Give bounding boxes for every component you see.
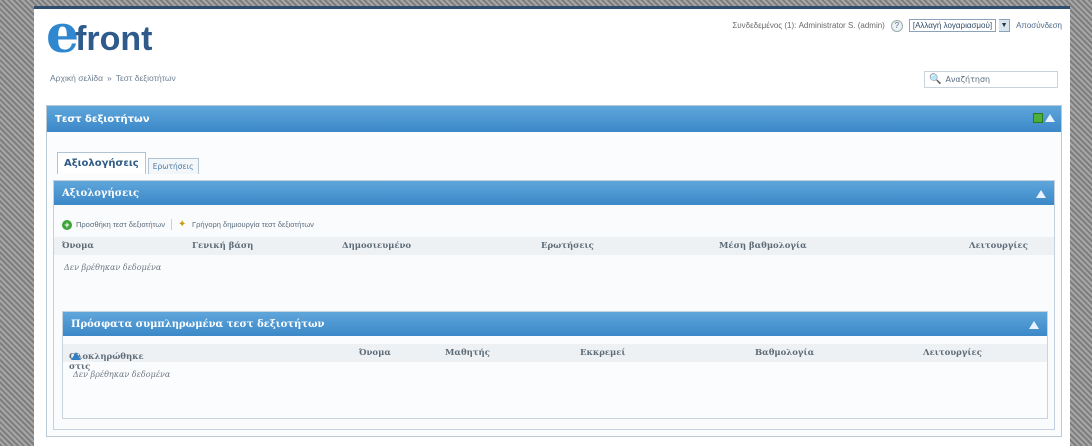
- column-header[interactable]: Λειτουργίες: [969, 241, 1028, 251]
- assessments-title: Αξιολογήσεις: [62, 187, 140, 199]
- divider: [171, 219, 173, 230]
- tab-bar: Αξιολογήσεις Ερωτήσεις: [57, 152, 201, 174]
- panel-header: Τεστ δεξιοτήτων: [47, 106, 1061, 132]
- column-header[interactable]: Λειτουργίες: [923, 348, 982, 358]
- user-status: Συνδεδεμένος (1): Administrator S. (admi…: [732, 21, 885, 30]
- tab-assessments[interactable]: Αξιολογήσεις: [57, 152, 146, 174]
- assessments-section: Αξιολογήσεις + Προσθήκη τεστ δεξιοτήτων …: [53, 180, 1055, 430]
- logo-text: front: [75, 20, 153, 58]
- breadcrumb-home[interactable]: Αρχική σελίδα: [50, 73, 103, 83]
- breadcrumb-separator: »: [107, 73, 112, 83]
- role-select[interactable]: [Αλλαγή λογαριασμού] ▼: [908, 19, 1011, 32]
- column-header[interactable]: Εκκρεμεί: [580, 348, 626, 358]
- collapse-icon[interactable]: [1029, 321, 1039, 329]
- recent-tests-header: Πρόσφατα συμπληρωμένα τεστ δεξιοτήτων: [63, 312, 1047, 336]
- column-header[interactable]: Μέση βαθμολογία: [719, 241, 807, 251]
- top-bar: Συνδεδεμένος (1): Administrator S. (admi…: [732, 19, 1062, 32]
- search-input[interactable]: 🔍 Αναζήτηση: [924, 71, 1058, 88]
- panel-options-icon[interactable]: [1033, 113, 1043, 123]
- column-header[interactable]: Ερωτήσεις: [541, 241, 594, 251]
- recent-tests-section: Πρόσφατα συμπληρωμένα τεστ δεξιοτήτων Ολ…: [62, 311, 1048, 419]
- collapse-icon[interactable]: [1045, 114, 1055, 122]
- breadcrumb: Αρχική σελίδα » Τεστ δεξιοτήτων: [50, 73, 176, 83]
- chevron-down-icon[interactable]: ▼: [999, 19, 1011, 32]
- page: e front Συνδεδεμένος (1): Administrator …: [34, 6, 1070, 446]
- search-placeholder: Αναζήτηση: [945, 75, 991, 84]
- empty-message: Δεν βρέθηκαν δεδομένα: [64, 263, 162, 272]
- column-header[interactable]: Δημοσιευμένο: [342, 241, 411, 251]
- efront-logo[interactable]: e front: [46, 9, 153, 61]
- panel-title: Τεστ δεξιοτήτων: [55, 113, 150, 125]
- tab-questions[interactable]: Ερωτήσεις: [147, 158, 199, 174]
- assessments-table-header: Όνομα Γενική βάση Δημοσιευμένο Ερωτήσεις…: [54, 237, 1054, 255]
- wand-icon[interactable]: ✦: [178, 219, 188, 230]
- empty-message: Δεν βρέθηκαν δεδομένα: [73, 370, 171, 379]
- column-header[interactable]: Όνομα: [359, 348, 391, 358]
- logout-link[interactable]: Αποσύνδεση: [1016, 21, 1062, 30]
- role-select-value[interactable]: [Αλλαγή λογαριασμού]: [908, 19, 997, 32]
- add-test-link[interactable]: Προσθήκη τεστ δεξιοτήτων: [76, 220, 165, 229]
- column-header[interactable]: Βαθμολογία: [755, 348, 814, 358]
- column-header[interactable]: Μαθητής: [445, 348, 490, 358]
- add-icon[interactable]: +: [62, 219, 72, 230]
- logo-e: e: [46, 4, 79, 65]
- assessments-header: Αξιολογήσεις: [54, 181, 1054, 205]
- recent-tests-title: Πρόσφατα συμπληρωμένα τεστ δεξιοτήτων: [71, 318, 325, 330]
- quick-create-link[interactable]: Γρήγορη δημιουργία τεστ δεξιοτήτων: [192, 220, 314, 229]
- recent-table-header: Ολοκληρώθηκε στις Όνομα Μαθητής Εκκρεμεί…: [63, 344, 1047, 372]
- breadcrumb-current[interactable]: Τεστ δεξιοτήτων: [116, 73, 176, 83]
- skills-test-panel: Τεστ δεξιοτήτων Αξιολογήσεις Ερωτήσεις Α…: [46, 105, 1062, 437]
- collapse-icon[interactable]: [1036, 190, 1046, 198]
- search-icon: 🔍: [929, 74, 942, 85]
- column-header[interactable]: Γενική βάση: [192, 241, 253, 251]
- assessment-actions: + Προσθήκη τεστ δεξιοτήτων ✦ Γρήγορη δημ…: [62, 219, 314, 230]
- column-header[interactable]: Όνομα: [62, 241, 94, 251]
- sort-ascending-icon[interactable]: [71, 352, 81, 360]
- help-icon[interactable]: ?: [890, 19, 903, 32]
